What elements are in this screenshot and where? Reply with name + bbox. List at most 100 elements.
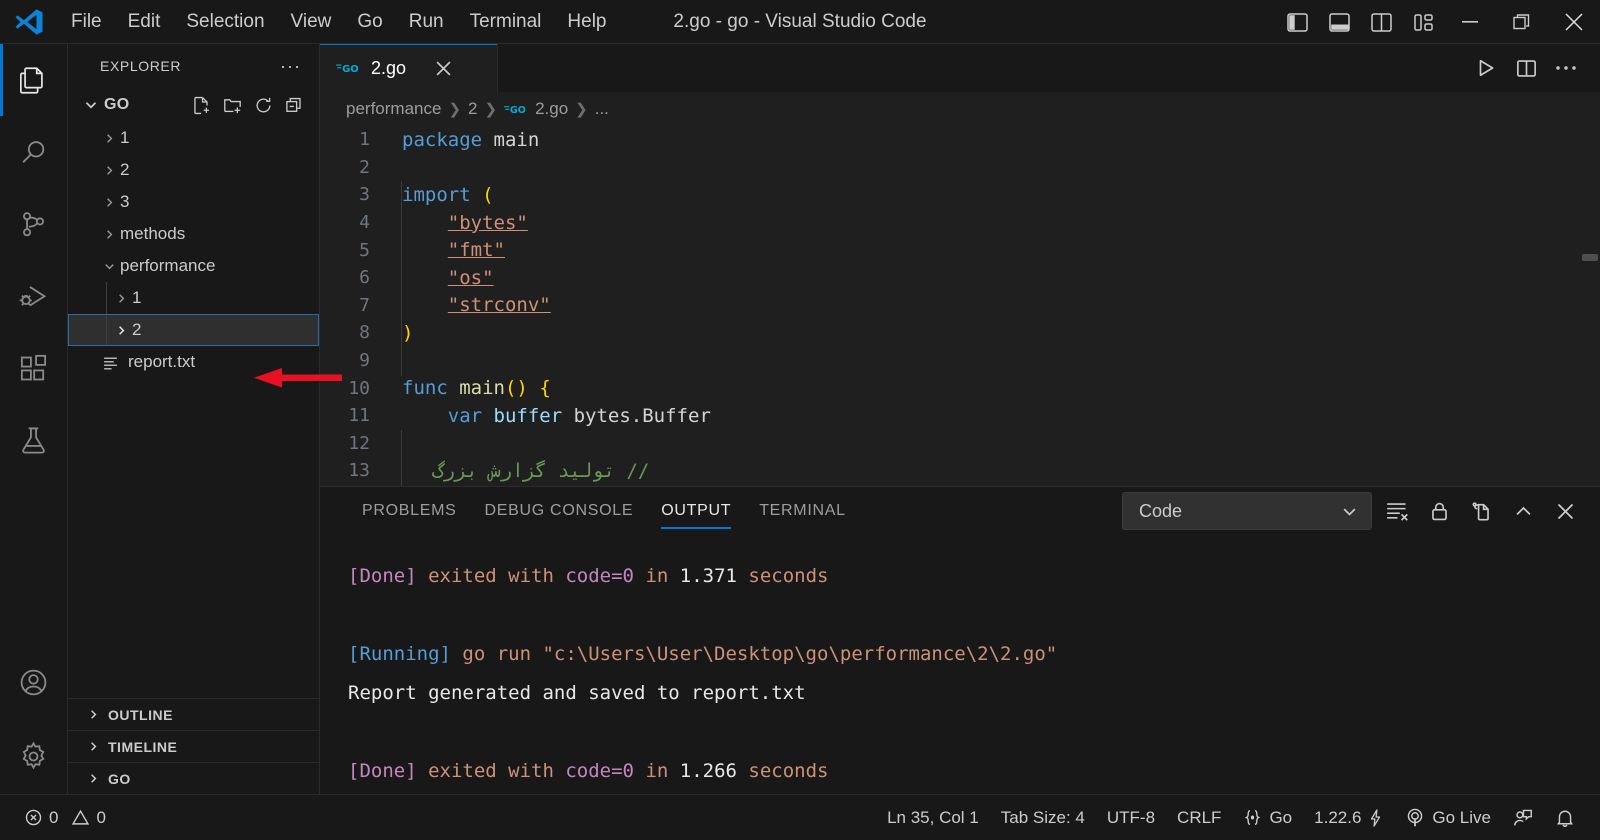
toggle-primary-sidebar-icon[interactable]: [1276, 0, 1318, 44]
menu-bar[interactable]: File Edit Selection View Go Run Terminal…: [58, 0, 620, 44]
chevron-right-icon[interactable]: [98, 131, 120, 146]
new-file-icon[interactable]: [189, 93, 214, 118]
activitybar-manage[interactable]: [0, 718, 68, 794]
code-content[interactable]: "bytes": [392, 212, 528, 234]
breadcrumb-item-symbols[interactable]: ...: [595, 99, 609, 119]
panel-tab-bar[interactable]: PROBLEMS DEBUG CONSOLE OUTPUT TERMINAL C…: [320, 487, 1600, 535]
status-tab-size[interactable]: Tab Size: 4: [990, 795, 1096, 840]
sidebar-section-outline[interactable]: OUTLINE: [68, 698, 319, 730]
status-cursor-position[interactable]: Ln 35, Col 1: [876, 795, 990, 840]
tree-item-report-txt[interactable]: report.txt: [68, 346, 319, 378]
status-problems[interactable]: 0 0: [14, 795, 117, 840]
clear-output-icon[interactable]: [1380, 494, 1414, 528]
status-eol[interactable]: CRLF: [1166, 795, 1232, 840]
breadcrumb[interactable]: performance ❯ 2 ❯ GO 2.go ❯ ...: [320, 92, 1600, 126]
status-language-mode[interactable]: Go: [1232, 795, 1303, 840]
activitybar-extensions[interactable]: [0, 332, 68, 404]
chevron-down-icon[interactable]: [98, 259, 120, 274]
tree-item-performance-1[interactable]: 1: [68, 282, 319, 314]
editor-actions[interactable]: [1468, 44, 1600, 92]
tab-debug-console[interactable]: DEBUG CONSOLE: [471, 487, 648, 535]
menu-selection[interactable]: Selection: [173, 7, 277, 37]
code-content[interactable]: func main() {: [392, 377, 551, 399]
menu-help[interactable]: Help: [554, 7, 619, 37]
code-content[interactable]: "strconv": [392, 294, 551, 316]
customize-layout-icon[interactable]: [1402, 0, 1444, 44]
menu-edit[interactable]: Edit: [115, 7, 174, 37]
activity-bar[interactable]: [0, 44, 68, 794]
breadcrumb-item-2[interactable]: 2: [468, 99, 477, 119]
chevron-right-icon[interactable]: [82, 707, 104, 722]
status-encoding[interactable]: UTF-8: [1096, 795, 1166, 840]
activitybar-explorer[interactable]: [0, 44, 68, 116]
chevron-down-icon[interactable]: [82, 96, 100, 114]
close-button[interactable]: [1548, 0, 1600, 44]
code-content[interactable]: import (: [392, 184, 494, 206]
status-notifications[interactable]: [1544, 795, 1586, 840]
refresh-icon[interactable]: [251, 93, 276, 118]
menu-terminal[interactable]: Terminal: [457, 7, 555, 37]
collapse-all-icon[interactable]: [282, 93, 307, 118]
output-content[interactable]: [Done] exited with code=0 in 1.371 secon…: [320, 535, 1600, 794]
toggle-secondary-sidebar-icon[interactable]: [1360, 0, 1402, 44]
file-tree[interactable]: 1 2 3 methods performance 1 2 report.txt: [68, 122, 319, 378]
editor-more-actions-icon[interactable]: [1548, 50, 1584, 86]
chevron-right-icon[interactable]: [98, 195, 120, 210]
close-panel-icon[interactable]: [1548, 494, 1582, 528]
menu-go[interactable]: Go: [344, 7, 395, 37]
code-content[interactable]: "fmt": [392, 239, 505, 261]
status-remote-feedback[interactable]: [1502, 795, 1544, 840]
activitybar-run-and-debug[interactable]: [0, 260, 68, 332]
chevron-right-icon[interactable]: [82, 771, 104, 786]
code-content[interactable]: package main: [392, 129, 539, 151]
open-in-editor-icon[interactable]: [1464, 494, 1498, 528]
tab-terminal[interactable]: TERMINAL: [745, 487, 860, 535]
maximize-panel-chevron-up-icon[interactable]: [1506, 494, 1540, 528]
code-content[interactable]: var buffer bytes.Buffer: [392, 405, 711, 427]
tab-output[interactable]: OUTPUT: [647, 487, 745, 535]
editor-scrollbar[interactable]: [1582, 254, 1598, 261]
code-content[interactable]: // تولید گزارش بزرگ: [392, 460, 649, 482]
status-go-version[interactable]: 1.22.6: [1303, 795, 1394, 840]
activitybar-testing[interactable]: [0, 404, 68, 476]
menu-file[interactable]: File: [58, 7, 115, 37]
editor-tab-2go[interactable]: GO 2.go: [320, 44, 498, 92]
sidebar-more-actions-icon[interactable]: ···: [274, 54, 307, 79]
sidebar-section-go[interactable]: GO: [68, 762, 319, 794]
tree-item-2[interactable]: 2: [68, 154, 319, 186]
panel-actions[interactable]: Code: [1122, 492, 1600, 530]
chevron-right-icon[interactable]: [98, 227, 120, 242]
new-folder-icon[interactable]: [220, 93, 245, 118]
tree-item-methods[interactable]: methods: [68, 218, 319, 250]
minimize-button[interactable]: [1444, 0, 1496, 44]
chevron-right-icon[interactable]: [98, 163, 120, 178]
run-code-play-icon[interactable]: [1468, 50, 1504, 86]
restore-button[interactable]: [1496, 0, 1548, 44]
status-go-live[interactable]: Go Live: [1394, 795, 1502, 840]
activitybar-accounts[interactable]: [0, 646, 68, 718]
code-content[interactable]: "os": [392, 267, 494, 289]
toggle-panel-icon[interactable]: [1318, 0, 1360, 44]
tree-item-3[interactable]: 3: [68, 186, 319, 218]
sidebar-section-timeline[interactable]: TIMELINE: [68, 730, 319, 762]
explorer-actions[interactable]: [189, 93, 307, 118]
menu-run[interactable]: Run: [396, 7, 457, 37]
tree-item-1[interactable]: 1: [68, 122, 319, 154]
code-editor[interactable]: 1 package main 2 3 import ( 4 "bytes" 5 …: [320, 126, 1600, 486]
activitybar-search[interactable]: [0, 116, 68, 188]
tree-item-performance-2[interactable]: 2: [68, 314, 319, 346]
workspace-folder-row[interactable]: GO: [68, 88, 319, 122]
breadcrumb-item-performance[interactable]: performance: [346, 99, 441, 119]
lock-scrolling-icon[interactable]: [1422, 494, 1456, 528]
tab-problems[interactable]: PROBLEMS: [348, 487, 471, 535]
tree-item-performance[interactable]: performance: [68, 250, 319, 282]
code-content[interactable]: ): [392, 322, 413, 344]
chevron-right-icon[interactable]: [110, 291, 132, 306]
activitybar-source-control[interactable]: [0, 188, 68, 260]
output-channel-select[interactable]: Code: [1122, 492, 1372, 530]
chevron-right-icon[interactable]: [82, 739, 104, 754]
chevron-right-icon[interactable]: [110, 323, 132, 338]
title-bar-actions[interactable]: [1276, 0, 1600, 44]
editor-tab-close-icon[interactable]: [429, 54, 457, 82]
split-editor-icon[interactable]: [1508, 50, 1544, 86]
